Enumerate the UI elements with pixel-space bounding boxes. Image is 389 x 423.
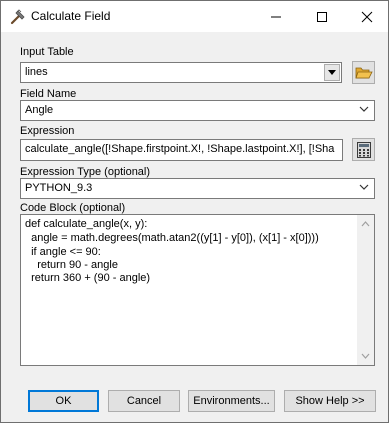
code-block-scrollbar[interactable] xyxy=(357,215,374,365)
scroll-up-icon[interactable] xyxy=(357,217,374,231)
expression-label: Expression xyxy=(20,125,75,137)
code-line: if angle <= 90: xyxy=(25,246,101,258)
code-block-textarea[interactable]: def calculate_angle(x, y): angle = math.… xyxy=(20,214,375,366)
caret-down-icon xyxy=(328,70,336,75)
input-table-combo[interactable]: lines xyxy=(20,62,342,83)
expression-type-label: Expression Type (optional) xyxy=(20,166,151,178)
minimize-button[interactable] xyxy=(253,1,299,32)
scroll-down-icon[interactable] xyxy=(357,349,374,363)
calculator-button[interactable] xyxy=(352,138,375,161)
input-table-label: Input Table xyxy=(20,46,74,58)
expression-type-value: PYTHON_9.3 xyxy=(25,182,93,194)
expression-value: calculate_angle([!Shape.firstpoint.X!, !… xyxy=(25,143,335,155)
chevron-down-icon xyxy=(359,106,369,112)
field-name-label: Field Name xyxy=(20,88,77,100)
input-table-value: lines xyxy=(25,66,48,78)
calculator-icon xyxy=(356,141,371,158)
environments-button[interactable]: Environments... xyxy=(188,390,275,412)
window-title: Calculate Field xyxy=(31,9,111,23)
calculate-field-dialog: Calculate Field Input Table lines Field … xyxy=(0,0,389,423)
maximize-button[interactable] xyxy=(299,1,345,32)
ok-button[interactable]: OK xyxy=(28,390,99,412)
show-help-button[interactable]: Show Help >> xyxy=(284,390,376,412)
field-name-combo[interactable]: Angle xyxy=(20,100,375,121)
code-line: angle = math.degrees(math.atan2((y[1] - … xyxy=(25,232,319,244)
expression-input[interactable]: calculate_angle([!Shape.firstpoint.X!, !… xyxy=(20,139,343,161)
input-table-dropdown-button[interactable] xyxy=(324,64,340,81)
title-bar: Calculate Field xyxy=(1,1,388,32)
cancel-button[interactable]: Cancel xyxy=(108,390,180,412)
code-line: return 90 - angle xyxy=(25,259,118,271)
hammer-icon xyxy=(10,9,25,25)
code-line: def calculate_angle(x, y): xyxy=(25,218,148,230)
close-icon xyxy=(361,11,373,22)
close-button[interactable] xyxy=(344,1,389,32)
maximize-icon xyxy=(317,11,327,22)
minimize-icon xyxy=(271,16,281,17)
browse-button[interactable] xyxy=(352,61,375,84)
code-block-label: Code Block (optional) xyxy=(20,202,126,214)
folder-open-icon xyxy=(354,67,373,78)
field-name-value: Angle xyxy=(25,104,54,116)
expression-type-combo[interactable]: PYTHON_9.3 xyxy=(20,178,375,199)
code-line: return 360 + (90 - angle) xyxy=(25,272,151,284)
chevron-down-icon xyxy=(359,184,369,190)
